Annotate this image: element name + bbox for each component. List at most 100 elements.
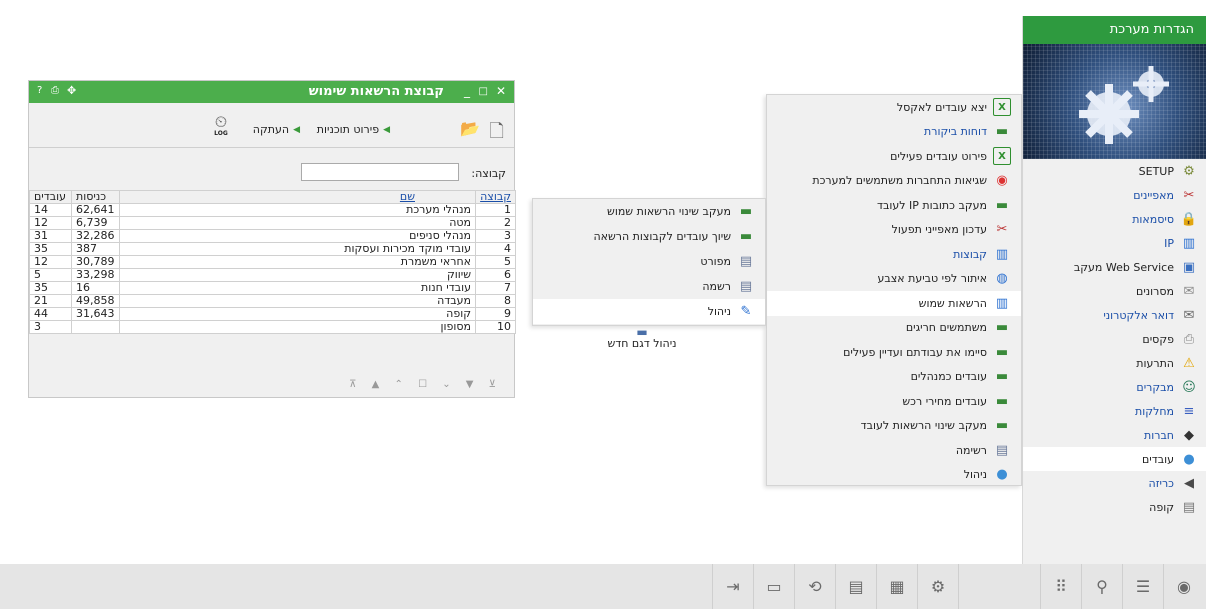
maximize-icon[interactable]: □ [479,86,488,97]
permissions-submenu-item[interactable]: ניהול ✎ [533,299,765,324]
employees-submenu-item[interactable]: עובדים מחירי רכש ▬ [767,389,1021,414]
employees-submenu-item[interactable]: סיימו את עבודתם ועדיין פעילים ▬ [767,340,1021,365]
program-details-button[interactable]: ◀ פירוט תוכניות [317,123,390,136]
apps-grid-icon[interactable]: ⠿ [1040,564,1081,609]
permission-groups-table: עובדים כניסות שם קבוצה 14 62,641 מנהלי מער… [29,190,516,334]
print-icon[interactable]: ⎙ [51,85,59,96]
list-icon: ▤ [739,279,753,294]
table-row[interactable]: 5 33,298 שיווק 6 [29,268,516,282]
system-menu-item[interactable]: פקסים ⎙ [1023,327,1206,351]
minimize-icon[interactable]: _ [464,84,470,98]
table-row[interactable]: 3 מסופון 10 [29,320,516,334]
cell-entries: 33,298 [71,268,120,282]
column-group[interactable]: קבוצה [475,190,516,204]
cell-group: 5 [475,255,516,269]
window-titlebar[interactable]: ✕ □ _ קבוצת הרשאות שימוש ? ⎙ ✥ [29,81,514,103]
table-row[interactable]: 21 49,858 מעבדה 8 [29,294,516,308]
system-menu-item-label: עובדים [1141,452,1174,466]
system-menu-item[interactable]: דואר אלקטרוני ✉ [1023,303,1206,327]
permissions-submenu-item[interactable]: מפורט ▤ [533,249,765,274]
gear-icon[interactable]: ⚙ [917,564,958,609]
permissions-submenu-item[interactable]: רשמה ▤ [533,274,765,299]
employees-submenu-item-label: יצא עובדים לאקסל [896,100,987,114]
employees-submenu-item[interactable]: איתור לפי טביעת אצבע ◍ [767,267,1021,292]
home-icon[interactable]: ◉ [1163,564,1204,609]
cell-name: עובדי מוקד מכירות ועסקות [118,242,476,256]
employees-submenu-item[interactable]: שגיאות התחברות משתמשים למערכת ◉ [767,169,1021,194]
excel-icon: X [993,98,1011,117]
system-menu-item[interactable]: קופה ▤ [1023,495,1206,519]
system-menu-item[interactable]: מבקרים ☺ [1023,375,1206,399]
log-button[interactable]: ⏲ LOG [208,113,234,137]
table-row[interactable]: 35 16 עובדי חנות 7 [29,281,516,295]
system-menu-item[interactable]: חברות ◆ [1023,423,1206,447]
monitor-icon[interactable]: ▭ [753,564,794,609]
report-icon: ▬ [739,229,753,244]
permissions-submenu-item[interactable]: מעקב שינוי הרשאות שמוש ▬ [533,199,765,224]
system-menu-item[interactable]: התרעות ⚠ [1023,351,1206,375]
employees-submenu-item[interactable]: הרשאות שמוש ▥ [767,291,1021,316]
list-icon: ▤ [995,442,1009,458]
chip-icon[interactable]: ▦ [876,564,917,609]
system-menu-item[interactable]: מאפיינים ✂ [1023,183,1206,207]
report-icon: ▬ [995,320,1009,336]
column-name[interactable]: שם [118,190,476,204]
table-header-row: עובדים כניסות שם קבוצה [29,190,516,204]
employees-submenu-item[interactable]: מעקב כתובות IP לעובד ▬ [767,193,1021,218]
table-row[interactable]: 12 30,789 אחראי משמרת 5 [29,255,516,269]
monitor-icon: ▬ [636,325,648,339]
column-entries[interactable]: כניסות [71,190,120,204]
pager-controls[interactable]: ⊼ ▲ ⌃ ☐ ⌄ ▼ ⊻ [349,379,502,390]
help-icon[interactable]: ? [37,85,42,96]
permissions-submenu-item[interactable]: שיוך עובדים לקבוצות הרשאה ▬ [533,224,765,249]
column-employees[interactable]: עובדים [29,190,72,204]
table-row[interactable]: 14 62,641 מנהלי מערכת 1 [29,203,516,217]
register-icon: ▤ [1182,499,1196,515]
setup-icon: ⚙ [1183,163,1195,179]
refresh-icon[interactable]: ⟲ [794,564,835,609]
employees-submenu-item[interactable]: משתמשים חריגים ▬ [767,316,1021,341]
employees-submenu-item[interactable]: קבוצות ▥ [767,242,1021,267]
books-icon: ▥ [995,295,1009,311]
system-menu-item-label: התרעות [1136,356,1174,370]
employees-submenu-item[interactable]: יצא עובדים לאקסל X [767,95,1021,120]
employees-submenu-item[interactable]: רשימה ▤ [767,438,1021,463]
system-menu-item-label: סיסמאות [1132,212,1174,226]
table-row[interactable]: 44 31,643 קופה 9 [29,307,516,321]
new-template-shortcut[interactable]: ▬ ניהול דגם חדש [586,325,698,350]
table-row[interactable]: 31 32,286 מנהלי סניפים 3 [29,229,516,243]
employees-submenu-item[interactable]: ניהול ● [767,463,1021,488]
system-menu-item-label: פקסים [1142,332,1174,346]
system-menu-item[interactable]: SETUP ⚙ [1023,159,1206,183]
logout-icon[interactable]: ⇥ [712,564,753,609]
employees-submenu-item[interactable]: פירוט עובדים פעילים X [767,144,1021,169]
close-icon[interactable]: ✕ [496,84,506,98]
list-icon[interactable]: ☰ [1122,564,1163,609]
copy-button[interactable]: ◀ העתקה [253,123,300,136]
move-icon[interactable]: ✥ [67,84,76,97]
employees-submenu-item-label: ניהול [963,468,987,482]
system-menu-item[interactable]: IP ▥ [1023,231,1206,255]
employees-submenu-item[interactable]: דוחות ביקורת ▬ [767,120,1021,145]
system-menu-item[interactable]: כריזה ◀ [1023,471,1206,495]
group-filter-input[interactable] [301,163,459,181]
permissions-submenu-item-label: מפורט [700,255,731,268]
system-menu-item[interactable]: סיסמאות 🔒 [1023,207,1206,231]
system-menu-item[interactable]: מחלקות ≡ [1023,399,1206,423]
table-row[interactable]: 12 6,739 מטה 2 [29,216,516,230]
new-document-icon[interactable]: 🗋 [490,119,504,149]
open-folder-icon[interactable]: 📂 [460,119,480,138]
system-menu-item[interactable]: עובדים ● [1023,447,1206,471]
table-row[interactable]: 35 387 עובדי מוקד מכירות ועסקות 4 [29,242,516,256]
employees-submenu-item[interactable]: עובדים כמנהלים ▬ [767,365,1021,390]
search-icon[interactable]: ⚲ [1081,564,1122,609]
system-menu-item[interactable]: מעקב Web Service ▣ [1023,255,1206,279]
chat-icon[interactable]: ▤ [835,564,876,609]
employees-submenu-item[interactable]: מעקב שינוי הרשאות לעובד ▬ [767,414,1021,439]
cell-name: מטה [118,216,476,230]
error-icon: ◉ [996,173,1008,189]
employees-icon: ● [1183,451,1195,467]
employees-submenu-item[interactable]: עדכון מאפייני תפעול ✂ [767,218,1021,243]
system-menu-item[interactable]: מסרונים ✉ [1023,279,1206,303]
employees-submenu-item-label: מעקב שינוי הרשאות לעובד [860,419,987,433]
